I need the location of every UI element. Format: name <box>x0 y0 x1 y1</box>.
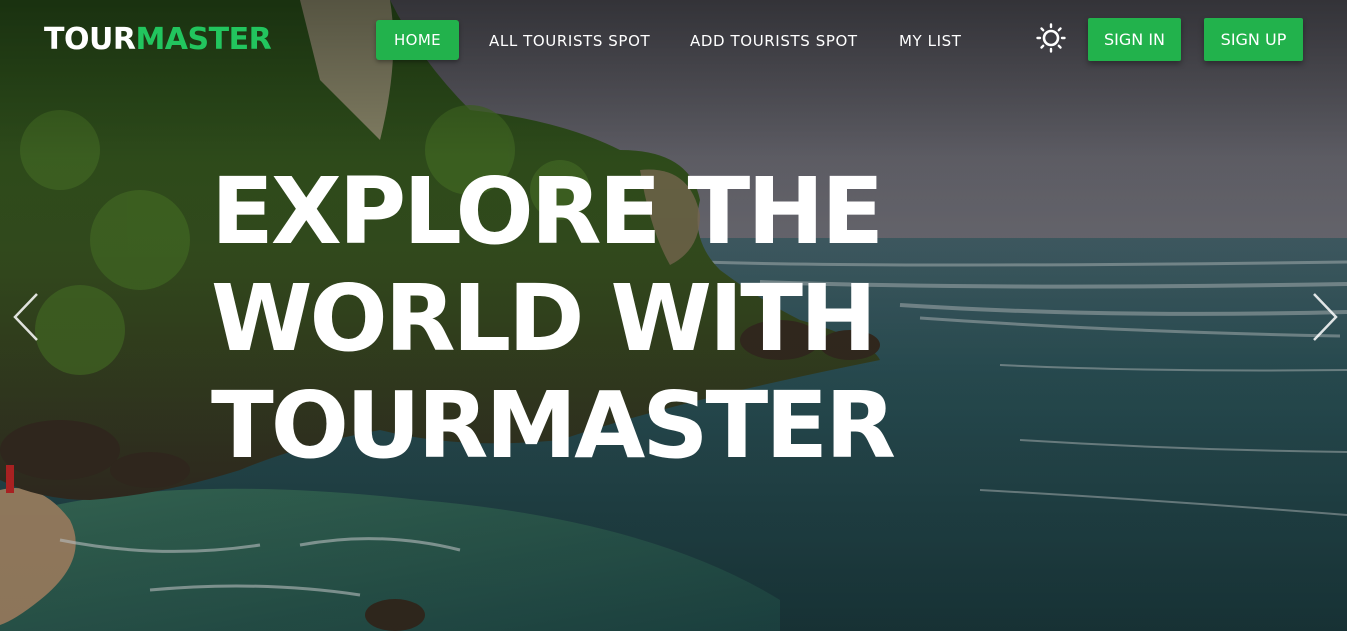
nav-add-tourist-spot-link[interactable]: ADD TOURISTS SPOT <box>690 31 858 51</box>
sign-up-button[interactable]: SIGN UP <box>1204 18 1303 61</box>
hero-headline-line-3: TOURMASTER <box>211 372 896 479</box>
chevron-left-icon[interactable] <box>11 290 41 344</box>
sun-icon[interactable] <box>1036 23 1066 53</box>
nav-my-list-link[interactable]: MY LIST <box>899 31 962 51</box>
sign-in-button[interactable]: SIGN IN <box>1088 18 1181 61</box>
hero-headline-line-2: WORLD WITH <box>211 265 877 372</box>
site-logo[interactable]: TOURMASTER <box>44 22 272 58</box>
nav-home-link[interactable]: HOME <box>376 20 459 60</box>
chevron-right-icon[interactable] <box>1310 290 1340 344</box>
logo-part-2: MASTER <box>135 22 272 57</box>
hero-headline-line-1: EXPLORE THE <box>211 158 884 265</box>
navbar: TOURMASTER HOME ALL TOURISTS SPOT ADD TO… <box>0 0 1347 80</box>
logo-part-1: TOUR <box>44 22 136 57</box>
hero-headline: EXPLORE THE WORLD WITH TOURMASTER <box>211 158 971 479</box>
nav-all-tourist-spots-link[interactable]: ALL TOURISTS SPOT <box>489 31 650 51</box>
